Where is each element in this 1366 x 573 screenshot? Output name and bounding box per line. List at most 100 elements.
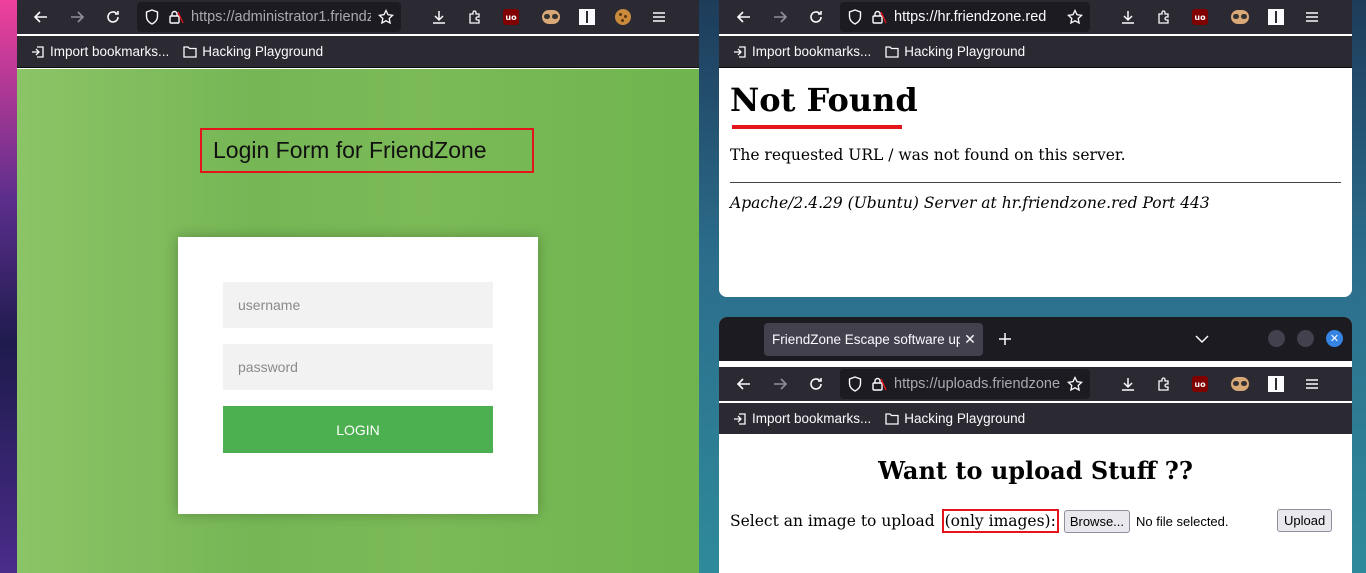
divider	[730, 182, 1341, 183]
cookie-icon	[615, 9, 631, 25]
upload-page: Want to upload Stuff ?? Select an image …	[719, 434, 1352, 573]
back-button[interactable]	[730, 3, 758, 31]
qr-extension-button[interactable]	[1262, 370, 1290, 398]
mask-icon	[1231, 377, 1249, 391]
mask-extension-button[interactable]	[1226, 370, 1254, 398]
tab-strip: FriendZone Escape software upload ✕ ✕	[719, 317, 1352, 361]
ublock-extension-button[interactable]: uo	[1186, 3, 1214, 31]
reload-button[interactable]	[99, 3, 127, 31]
login-button[interactable]: LOGIN	[223, 406, 493, 453]
app-menu-button[interactable]	[1298, 3, 1326, 31]
forward-button[interactable]	[63, 3, 91, 31]
browser-window-uploads: FriendZone Escape software upload ✕ ✕	[719, 317, 1352, 573]
lock-warning-icon[interactable]	[870, 8, 888, 26]
bookmark-import[interactable]: Import bookmarks...	[733, 44, 871, 59]
extensions-button[interactable]	[461, 3, 489, 31]
extensions-button[interactable]	[1150, 3, 1178, 31]
login-form-title: Login Form for FriendZone	[200, 128, 534, 173]
url-bar[interactable]: https://administrator1.friendzone.red	[137, 2, 401, 32]
browse-button[interactable]: Browse...	[1063, 509, 1131, 533]
url-text[interactable]: https://administrator1.friendzone.red	[191, 9, 371, 25]
bookmark-import[interactable]: Import bookmarks...	[31, 44, 169, 59]
shield-icon[interactable]	[846, 8, 864, 26]
back-button[interactable]	[27, 3, 55, 31]
downloads-button[interactable]	[1114, 370, 1142, 398]
forward-button[interactable]	[766, 3, 794, 31]
nav-toolbar: https://uploads.friendzone.red uo	[719, 367, 1352, 401]
star-icon[interactable]	[377, 8, 395, 26]
puzzle-icon	[1158, 10, 1169, 24]
star-icon[interactable]	[1066, 8, 1084, 26]
extensions-button[interactable]	[1150, 370, 1178, 398]
bookmarks-bar: Import bookmarks... Hacking Playground	[719, 403, 1352, 435]
list-tabs-button[interactable]	[1188, 325, 1216, 353]
qr-extension-button[interactable]	[573, 3, 601, 31]
mask-icon	[1231, 10, 1249, 24]
qr-code-icon	[1268, 376, 1284, 392]
bookmark-label: Hacking Playground	[904, 44, 1026, 59]
username-input[interactable]	[223, 282, 493, 328]
tab-friendzone-upload[interactable]: FriendZone Escape software upload ✕	[764, 323, 983, 356]
not-found-page: Not Found The requested URL / was not fo…	[719, 69, 1352, 297]
arrow-right-icon	[774, 11, 788, 23]
lock-warning-icon[interactable]	[870, 375, 888, 393]
login-card: LOGIN	[178, 237, 538, 514]
url-text[interactable]: https://uploads.friendzone.red	[894, 376, 1060, 392]
hamburger-menu-icon	[1306, 379, 1318, 389]
reload-button[interactable]	[802, 3, 830, 31]
app-menu-button[interactable]	[1298, 370, 1326, 398]
browser-window-hr: https://hr.friendzone.red uo Import book…	[719, 0, 1352, 297]
folder-icon	[885, 413, 899, 425]
qr-code-icon	[579, 9, 595, 25]
reload-button[interactable]	[802, 370, 830, 398]
select-image-label: Select an image to upload	[730, 512, 940, 530]
upload-heading: Want to upload Stuff ??	[878, 456, 1193, 485]
import-icon	[734, 412, 746, 425]
mask-extension-button[interactable]	[1226, 3, 1254, 31]
back-button[interactable]	[730, 370, 758, 398]
ublock-icon: uo	[1192, 9, 1208, 25]
nav-toolbar: https://hr.friendzone.red uo	[719, 0, 1352, 34]
reload-icon	[810, 11, 822, 23]
puzzle-icon	[469, 10, 480, 24]
password-input[interactable]	[223, 344, 493, 390]
ublock-extension-button[interactable]: uo	[1186, 370, 1214, 398]
bookmark-label: Import bookmarks...	[752, 44, 872, 59]
bookmark-folder-hacking-playground[interactable]: Hacking Playground	[885, 411, 1025, 426]
star-icon[interactable]	[1066, 375, 1084, 393]
forward-button[interactable]	[766, 370, 794, 398]
shield-icon[interactable]	[143, 8, 161, 26]
downloads-button[interactable]	[425, 3, 453, 31]
mask-extension-button[interactable]	[537, 3, 565, 31]
close-window-button[interactable]: ✕	[1326, 330, 1343, 347]
close-tab-icon[interactable]: ✕	[960, 331, 980, 348]
bookmark-folder-hacking-playground[interactable]: Hacking Playground	[885, 44, 1025, 59]
bookmarks-bar: Import bookmarks... Hacking Playground	[17, 36, 699, 68]
url-bar[interactable]: https://hr.friendzone.red	[840, 2, 1090, 32]
maximize-button[interactable]	[1297, 330, 1314, 347]
bookmark-folder-hacking-playground[interactable]: Hacking Playground	[183, 44, 323, 59]
upload-form: Select an image to upload (only images):…	[730, 509, 1229, 533]
bookmark-import[interactable]: Import bookmarks...	[733, 411, 871, 426]
lock-warning-icon[interactable]	[167, 8, 185, 26]
qr-extension-button[interactable]	[1262, 3, 1290, 31]
new-tab-button[interactable]	[991, 325, 1019, 353]
puzzle-icon	[1158, 377, 1169, 391]
minimize-button[interactable]	[1268, 330, 1285, 347]
download-icon	[1122, 11, 1134, 24]
ublock-icon: uo	[503, 9, 519, 25]
url-text[interactable]: https://hr.friendzone.red	[894, 9, 1060, 25]
folder-icon	[885, 46, 899, 58]
cookie-extension-button[interactable]	[609, 3, 637, 31]
download-icon	[433, 11, 445, 24]
import-icon	[734, 45, 746, 58]
qr-code-icon	[1268, 9, 1284, 25]
app-menu-button[interactable]	[645, 3, 673, 31]
not-found-message: The requested URL / was not found on thi…	[730, 146, 1126, 164]
downloads-button[interactable]	[1114, 3, 1142, 31]
url-bar[interactable]: https://uploads.friendzone.red	[840, 369, 1090, 399]
upload-button[interactable]: Upload	[1277, 509, 1333, 532]
nav-toolbar: https://administrator1.friendzone.red uo	[17, 0, 699, 34]
shield-icon[interactable]	[846, 375, 864, 393]
ublock-extension-button[interactable]: uo	[497, 3, 525, 31]
